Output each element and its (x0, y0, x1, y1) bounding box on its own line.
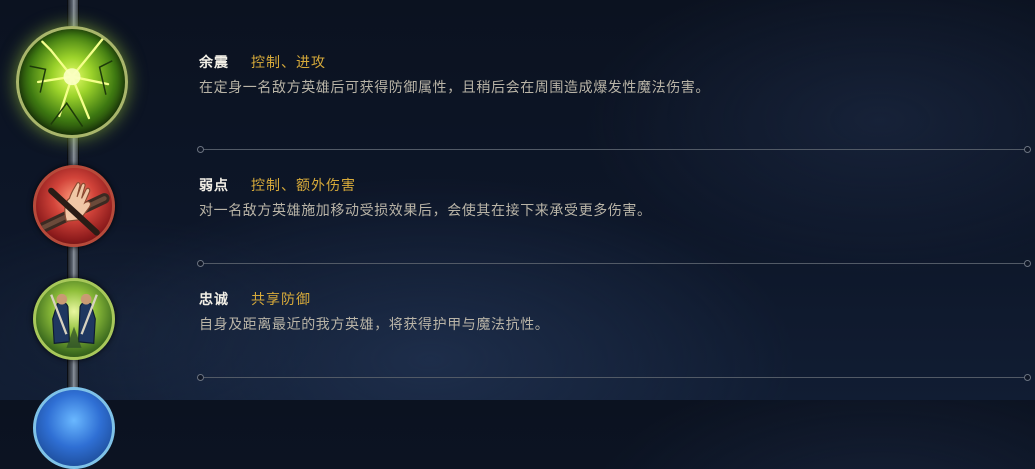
rune-description: 对一名敌方英雄施加移动受损效果后，会使其在接下来承受更多伤害。 (199, 203, 652, 219)
rune-title-line: 弱点 控制、额外伤害 (199, 175, 1019, 197)
loyalty-icon[interactable] (33, 278, 115, 360)
rune-row-aftershock[interactable]: 余震 控制、进攻 在定身一名敌方英雄后可获得防御属性，且稍后会在周围造成爆发性魔… (199, 52, 1019, 97)
rune-tags: 控制、额外伤害 (251, 178, 356, 194)
row-divider (197, 146, 1031, 153)
rune-tags: 共享防御 (251, 292, 311, 308)
row-divider (197, 374, 1031, 381)
rune-name: 余震 (199, 55, 229, 71)
aftershock-icon[interactable] (16, 26, 128, 138)
rune-description: 自身及距离最近的我方英雄，将获得护甲与魔法抗性。 (199, 317, 550, 333)
row-divider (197, 260, 1031, 267)
rune-description: 在定身一名敌方英雄后可获得防御属性，且稍后会在周围造成爆发性魔法伤害。 (199, 80, 710, 96)
rune-title-line: 忠诚 共享防御 (199, 289, 1019, 311)
aftershock-crack-art (29, 36, 113, 127)
loyalty-heroes-art (50, 293, 98, 348)
rune-row-loyalty[interactable]: 忠诚 共享防御 自身及距离最近的我方英雄，将获得护甲与魔法抗性。 (199, 289, 1019, 334)
rune-name: 忠诚 (199, 292, 229, 308)
rune-row-weakness[interactable]: 弱点 控制、额外伤害 对一名敌方英雄施加移动受损效果后，会使其在接下来承受更多伤… (199, 175, 1019, 220)
rune-title-line: 余震 控制、进攻 (199, 52, 1019, 74)
next-rune-icon[interactable] (33, 387, 115, 469)
weakness-hand-art (38, 182, 110, 236)
weakness-icon[interactable] (33, 165, 115, 247)
rune-name: 弱点 (199, 178, 229, 194)
rune-tags: 控制、进攻 (251, 55, 326, 71)
